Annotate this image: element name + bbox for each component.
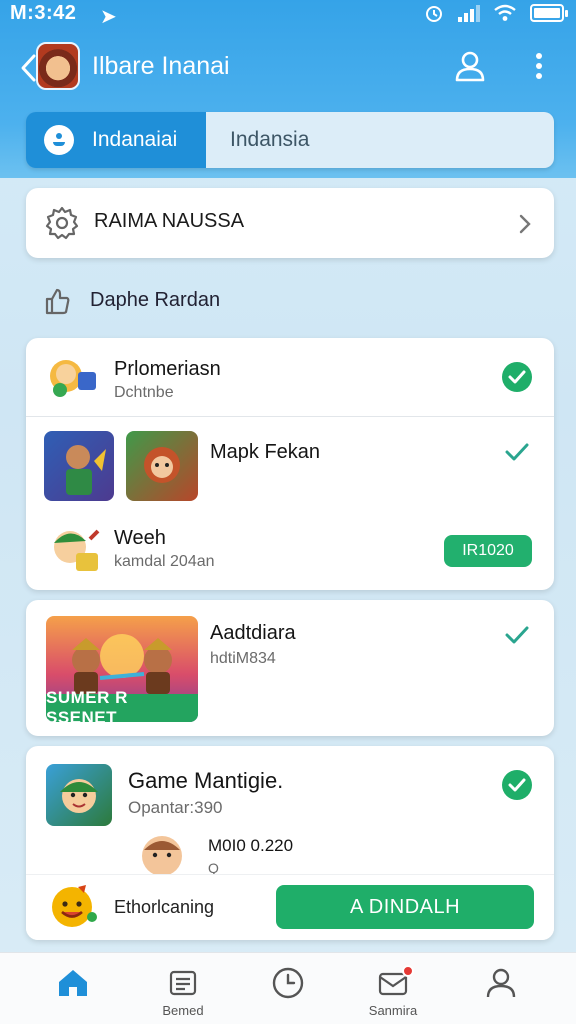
status-bar: M:3:42 ➤ bbox=[0, 0, 576, 28]
game-card[interactable]: Game Mantigie. Opantar:390 M0I0 0.220 Q … bbox=[26, 746, 554, 940]
app-title: Ilbare Inanai bbox=[92, 52, 230, 80]
nav-mail[interactable]: Sanmira bbox=[348, 963, 438, 1023]
item-title: Weeh bbox=[114, 527, 166, 549]
game-list-card: Prlomeriasn Dchtnbe Mapk Fekan Weeh kamd… bbox=[26, 338, 554, 590]
card-subtitle: Opantar:390 bbox=[128, 798, 223, 817]
user-icon bbox=[486, 968, 516, 998]
item-subtitle: kamdal 204an bbox=[114, 553, 215, 570]
game-thumbnail bbox=[44, 352, 100, 402]
bottom-navigation: Bemed Sanmira bbox=[0, 952, 576, 1024]
game-thumbnail bbox=[126, 431, 198, 501]
chevron-left-icon bbox=[21, 54, 36, 82]
clock-icon bbox=[272, 967, 304, 999]
profile-button[interactable] bbox=[452, 48, 488, 84]
card-title: Aadtdiara bbox=[210, 622, 296, 644]
check-icon bbox=[502, 437, 532, 467]
nav-home[interactable] bbox=[28, 963, 118, 1023]
signal-icon bbox=[458, 4, 480, 22]
check-icon bbox=[502, 620, 532, 650]
banner-label: SUMER R SSENET bbox=[46, 688, 198, 722]
check-circle-icon bbox=[502, 362, 532, 392]
status-pill[interactable]: IR1020 bbox=[444, 535, 532, 567]
list-item[interactable]: Prlomeriasn Dchtnbe bbox=[26, 338, 554, 416]
player-avatar bbox=[130, 828, 194, 876]
more-vertical-icon bbox=[536, 53, 542, 79]
status-time: M:3:42 bbox=[10, 2, 77, 24]
settings-label: RAIMA NAUSSA bbox=[94, 210, 245, 232]
game-thumbnail bbox=[46, 764, 112, 826]
home-icon bbox=[59, 970, 87, 996]
game-banner: SUMER R SSENET bbox=[46, 616, 198, 722]
battery-icon bbox=[530, 4, 568, 22]
user-circle-icon bbox=[44, 125, 74, 155]
alarm-icon bbox=[426, 6, 442, 22]
tab-indanaiai[interactable]: Indanaiai bbox=[26, 112, 206, 168]
navigation-arrow-icon: ➤ bbox=[100, 6, 117, 28]
check-circle-icon bbox=[502, 770, 532, 800]
thumb-icon bbox=[45, 288, 70, 315]
list-item[interactable]: Mapk Fekan bbox=[26, 417, 554, 513]
tab-indansia[interactable]: Indansia bbox=[206, 112, 554, 168]
app-avatar bbox=[36, 42, 80, 90]
gear-icon bbox=[45, 206, 79, 240]
game-thumbnail bbox=[44, 431, 114, 501]
wifi-icon bbox=[494, 4, 516, 21]
secondary-title: M0I0 0.220 bbox=[208, 836, 294, 855]
settings-row[interactable]: RAIMA NAUSSA bbox=[26, 188, 554, 258]
nav-profile[interactable] bbox=[456, 963, 546, 1023]
item-subtitle: Dchtnbe bbox=[114, 384, 174, 401]
nav-label: Bemed bbox=[162, 1003, 204, 1018]
card-title: Game Mantigie. bbox=[128, 768, 284, 793]
tab-bar: Indanaiai Indansia bbox=[26, 112, 554, 168]
nav-list[interactable]: Bemed bbox=[138, 963, 228, 1023]
footer-bar: Ethorlcaning A DINDALH bbox=[26, 874, 554, 940]
status-icons bbox=[424, 3, 568, 23]
user-icon bbox=[455, 51, 485, 82]
back-button[interactable] bbox=[18, 48, 38, 88]
chevron-right-icon bbox=[519, 214, 531, 234]
footer-label: Ethorlcaning bbox=[114, 897, 215, 917]
list-item[interactable]: Weeh kamdal 204an IR1020 bbox=[26, 513, 554, 590]
item-title: Mapk Fekan bbox=[210, 441, 321, 463]
smiley-icon bbox=[52, 885, 97, 927]
section-header: Daphe Rardan bbox=[42, 284, 442, 320]
tab-label: Indansia bbox=[230, 128, 310, 151]
more-options-button[interactable] bbox=[530, 48, 548, 84]
notification-badge bbox=[402, 965, 414, 977]
cta-button[interactable]: A DINDALH bbox=[276, 885, 534, 929]
item-title: Prlomeriasn bbox=[114, 358, 221, 380]
nav-history[interactable] bbox=[243, 963, 333, 1023]
tab-label: Indanaiai bbox=[92, 128, 178, 151]
nav-label: Sanmira bbox=[368, 1003, 418, 1018]
card-subtitle: hdtiM834 bbox=[210, 650, 276, 667]
game-card[interactable]: SUMER R SSENET Aadtdiara hdtiM834 bbox=[26, 600, 554, 736]
list-icon bbox=[169, 970, 197, 996]
section-title: Daphe Rardan bbox=[90, 289, 221, 311]
app-bar: Ilbare Inanai bbox=[0, 36, 576, 100]
header: M:3:42 ➤ Ilbare Inanai Indanaiai Indansi… bbox=[0, 0, 576, 178]
game-thumbnail bbox=[44, 521, 102, 575]
